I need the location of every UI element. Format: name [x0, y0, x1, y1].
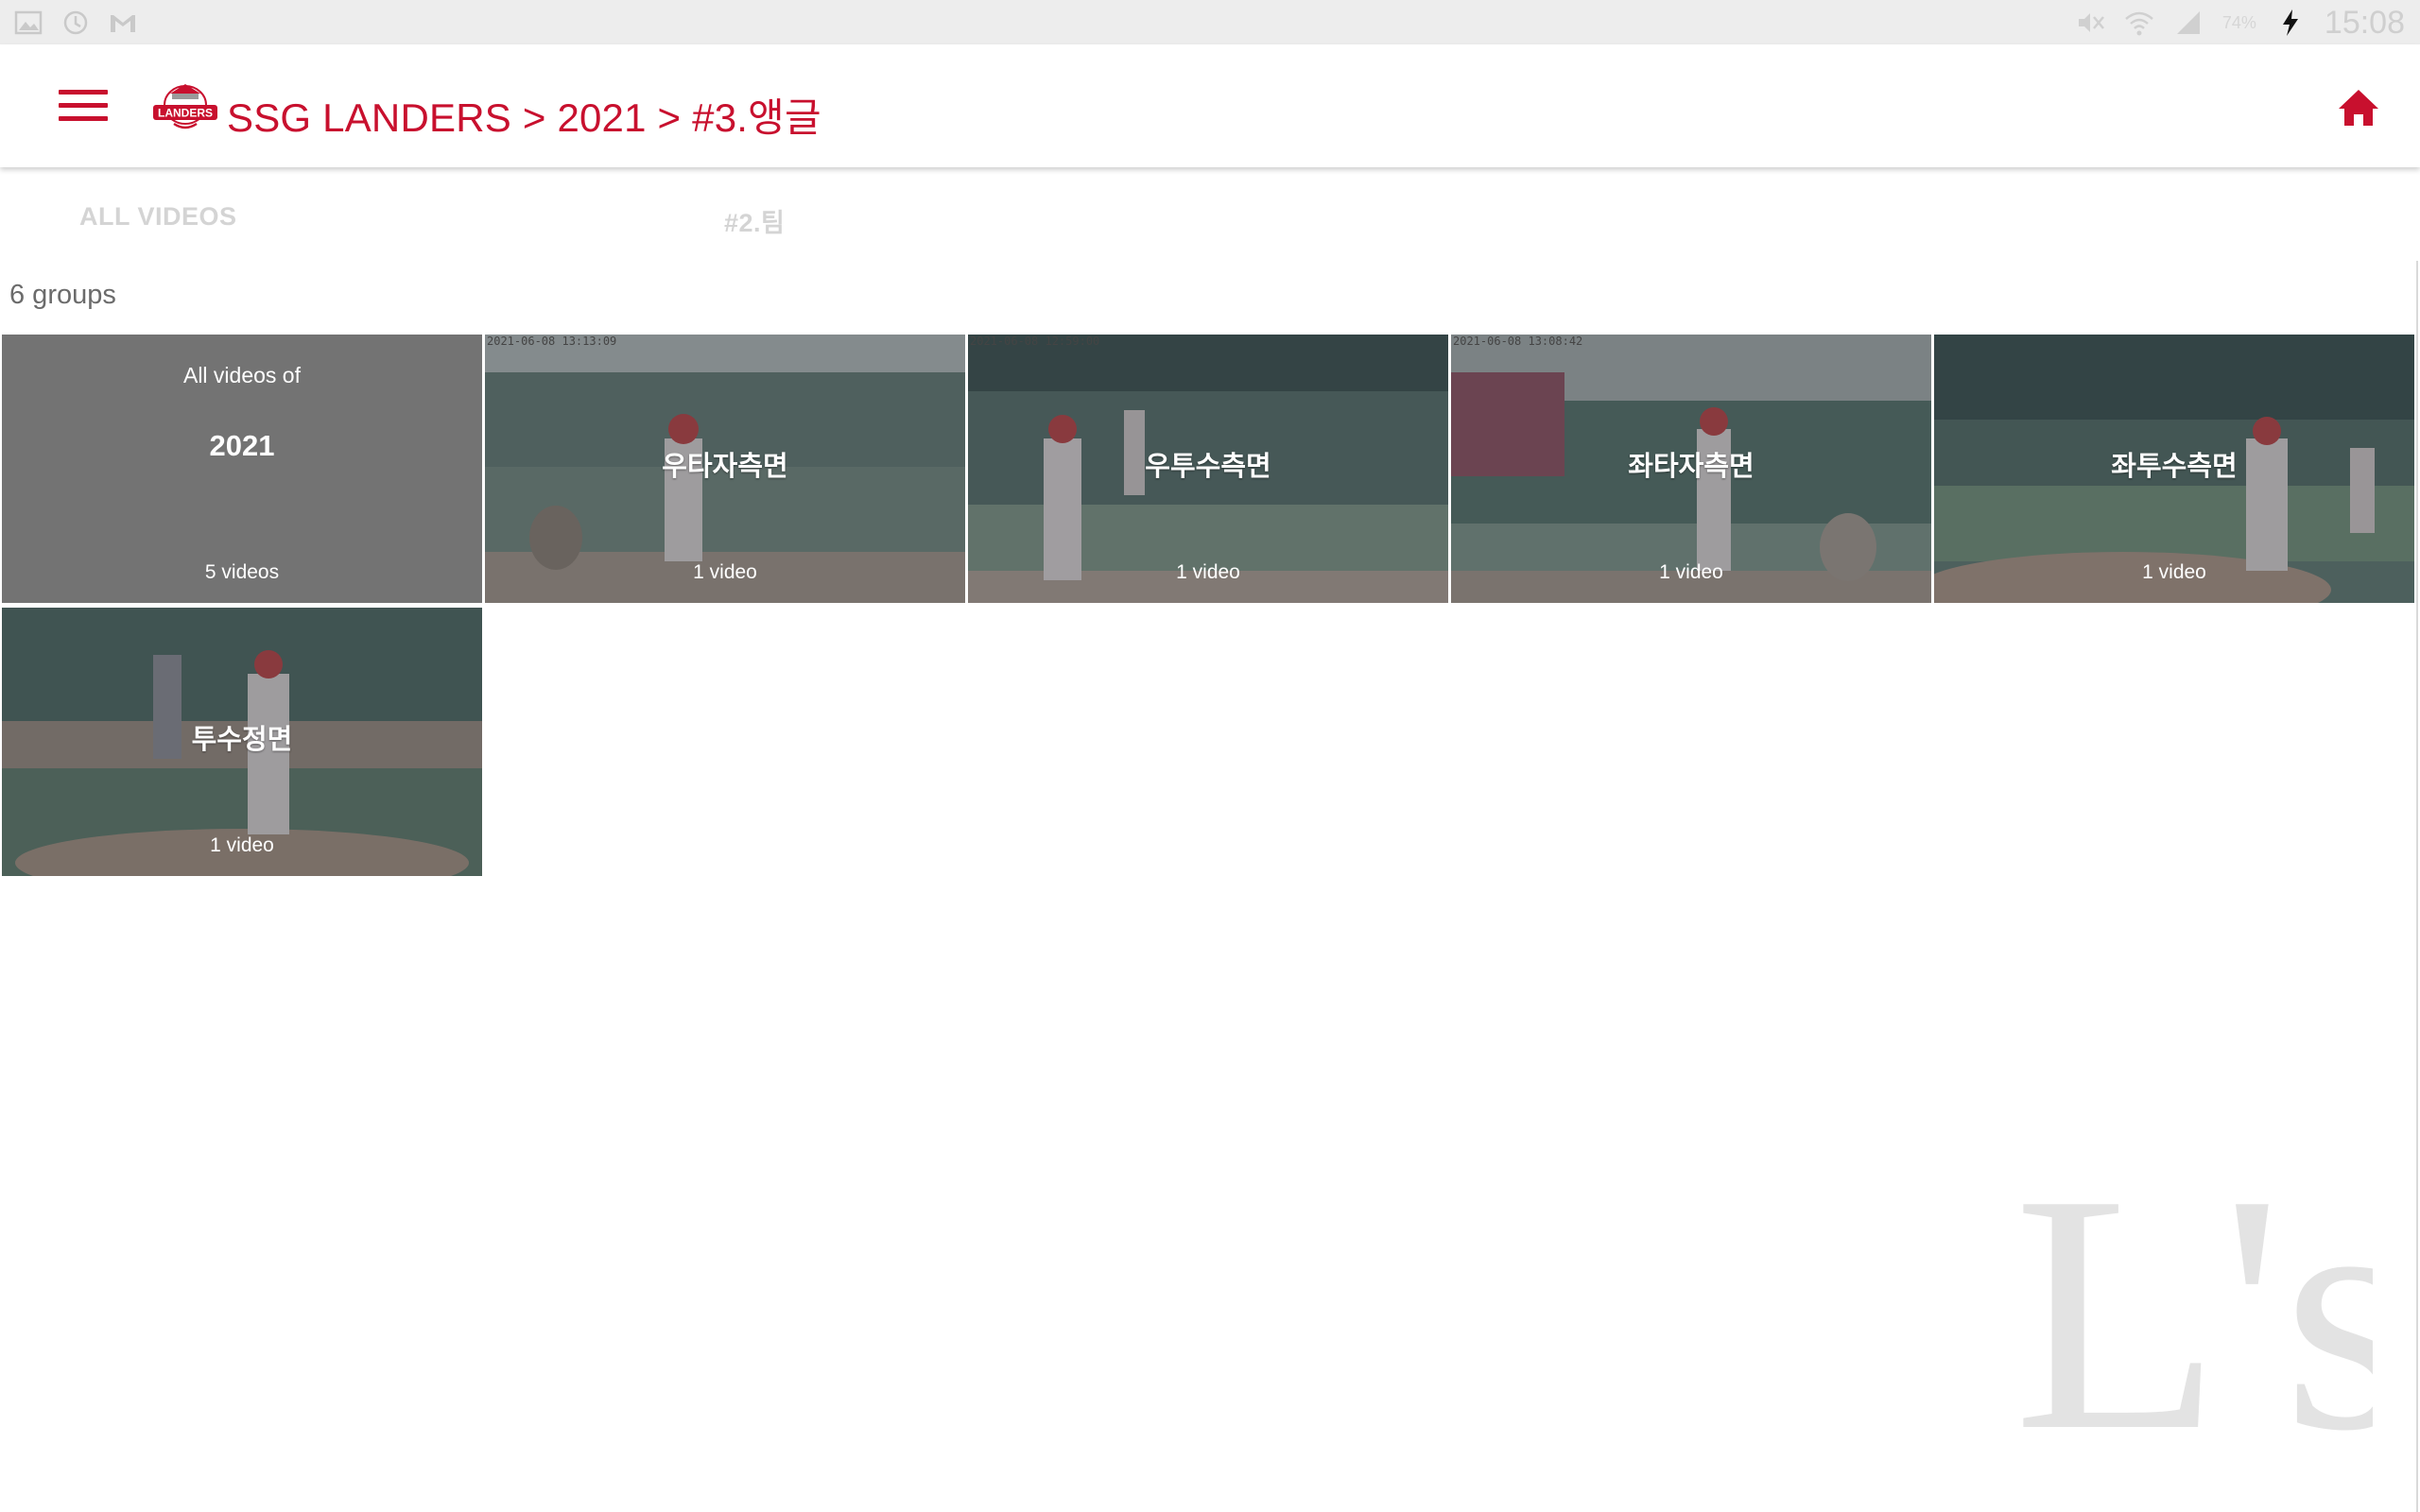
tab-team[interactable]: #2.팀 — [724, 202, 785, 239]
video-count: 1 video — [1659, 561, 1723, 583]
group-name: 투수정면 — [191, 725, 293, 755]
breadcrumb-team[interactable]: SSG LANDERS — [227, 95, 511, 140]
group-name: 우타자측면 — [662, 452, 788, 482]
timestamp: 2021-06-08 13:08:42 — [1453, 335, 1583, 348]
wifi-icon — [2125, 11, 2153, 36]
all-videos-tile[interactable]: All videos of 2021 5 videos — [2, 335, 482, 603]
video-count: 1 video — [1176, 561, 1240, 583]
hamburger-menu-icon[interactable] — [59, 90, 108, 128]
group-tile[interactable]: 좌투수측면 1 video — [1934, 335, 2414, 603]
tab-all-videos[interactable]: ALL VIDEOS — [79, 202, 237, 232]
timestamp: 2021-06-08 13:13:09 — [487, 335, 617, 348]
home-icon[interactable] — [2337, 88, 2380, 128]
group-name: 우투수측면 — [1145, 452, 1271, 482]
video-count: 1 video — [210, 834, 274, 856]
breadcrumb-current: #3.앵글 — [692, 95, 821, 140]
group-tile[interactable]: 2021-06-08 12:59:00 우투수측면 1 video — [968, 335, 1448, 603]
clock: 15:08 — [2324, 4, 2405, 41]
sync-icon — [63, 10, 88, 35]
battery-percent: 74% — [2221, 12, 2256, 32]
group-tile[interactable]: 투수정면 1 video — [2, 608, 482, 876]
video-count: 5 videos — [204, 561, 280, 583]
logo-text: LANDERS — [158, 107, 213, 120]
tab-bar: ALL VIDEOS #2.팀 — [0, 168, 2420, 263]
image-icon — [14, 10, 43, 35]
app-screen: 74% 15:08 LANDERS SSG LANDERS > 2021 > #… — [0, 0, 2420, 1512]
all-videos-label: All videos of — [182, 363, 301, 387]
breadcrumb-separator: > — [510, 95, 558, 140]
breadcrumb-year[interactable]: 2021 — [557, 95, 646, 140]
groups-count: 6 groups — [9, 280, 116, 310]
group-name: 좌투수측면 — [2111, 452, 2238, 482]
all-videos-year: 2021 — [209, 429, 275, 462]
app-bar: LANDERS SSG LANDERS > 2021 > #3.앵글 — [0, 44, 2420, 167]
team-logo: LANDERS — [153, 84, 217, 129]
watermark-text: L's — [2014, 1134, 2373, 1446]
video-count: 1 video — [2142, 561, 2206, 583]
mute-icon — [2078, 13, 2104, 32]
status-bar: 74% 15:08 — [0, 0, 2420, 44]
battery-charging-icon — [2282, 9, 2298, 36]
breadcrumb: SSG LANDERS > 2021 > #3.앵글 — [227, 86, 821, 144]
scroll-divider — [2416, 261, 2418, 1512]
timestamp: 2021-06-08 12:59:00 — [970, 335, 1100, 348]
group-tile[interactable]: 2021-06-08 13:08:42 좌타자측면 1 video — [1451, 335, 1931, 603]
breadcrumb-separator: > — [646, 95, 693, 140]
watermark-logo: L's — [2014, 1134, 2373, 1446]
group-tile[interactable]: 2021-06-08 13:13:09 우타자측면 1 video — [485, 335, 965, 603]
gmail-icon — [111, 15, 135, 32]
signal-icon — [2176, 11, 2200, 34]
video-count: 1 video — [693, 561, 757, 583]
group-name: 좌타자측면 — [1628, 452, 1754, 482]
